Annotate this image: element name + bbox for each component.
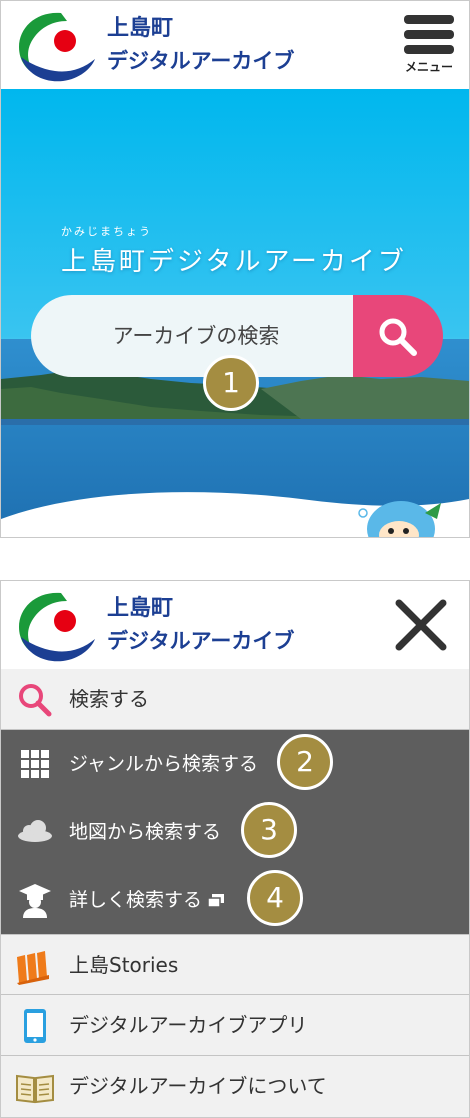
cloud-icon [18,820,52,842]
menu-open-screen: 上島町 デジタルアーカイブ 検索する ジャンルから検索する 2 地図から検索する… [0,580,470,1118]
search-icon [19,684,52,717]
menu-item-stories[interactable]: 上島Stories [1,934,469,995]
books-icon [17,951,49,985]
grid-icon [21,750,49,778]
close-icon [395,599,447,651]
site-title[interactable]: 上島町 デジタルアーカイブ [107,593,294,657]
menu-item-about[interactable]: デジタルアーカイブについて [1,1056,469,1117]
search-submit-button[interactable] [353,295,443,377]
callout-badge-3: 3 [241,802,297,858]
site-title-line2: デジタルアーカイブ [107,629,295,653]
menu-item-label: 上島Stories [69,953,179,977]
archive-search-input[interactable] [31,295,361,377]
hamburger-bar [404,30,454,39]
site-header: 上島町 デジタルアーカイブ [1,581,469,669]
site-header: 上島町 デジタルアーカイブ メニュー [1,1,469,89]
hero-section: かみじまちょう 上島町デジタルアーカイブ 1 [1,89,469,537]
site-title-line1: 上島町 [107,16,174,41]
menu-item-label: 検索する [69,687,149,711]
town-logo[interactable] [15,589,97,663]
hero-title: 上島町デジタルアーカイブ [61,247,407,277]
search-icon [379,318,417,356]
menu-item-app[interactable]: デジタルアーカイブアプリ [1,995,469,1056]
menu-item-label: デジタルアーカイブアプリ [69,1013,308,1037]
callout-badge-1: 1 [203,355,259,411]
graduate-icon [19,884,51,918]
menu-button[interactable]: メニュー [401,15,457,75]
menu-item-label: 詳しく検索する [69,866,225,934]
nav-menu: 検索する ジャンルから検索する 2 地図から検索する 3 詳しく検索する 4 上… [1,669,469,1117]
new-window-icon [208,894,225,907]
site-title-line1: 上島町 [107,596,174,621]
menu-item-label-text: 詳しく検索する [69,889,203,911]
hero-ruby: かみじまちょう [61,225,152,238]
menu-item-label: ジャンルから検索する [69,753,259,775]
menu-item-label: 地図から検索する [69,821,222,843]
hamburger-bar [404,45,454,54]
menu-item-map-search[interactable]: 地図から検索する 3 [1,798,469,866]
smartphone-icon [24,1009,46,1043]
close-menu-button[interactable] [393,593,449,657]
town-logo[interactable] [15,9,97,83]
menu-item-genre-search[interactable]: ジャンルから検索する 2 [1,730,469,798]
open-book-icon [16,1074,54,1104]
menu-item-search[interactable]: 検索する [1,669,469,730]
hamburger-icon [404,15,454,24]
menu-label: メニュー [404,60,453,74]
menu-item-label: デジタルアーカイブについて [69,1074,327,1098]
callout-badge-2: 2 [277,734,333,790]
site-title[interactable]: 上島町 デジタルアーカイブ [107,13,294,77]
top-screen: 上島町 デジタルアーカイブ メニュー かみじまちょう 上島町デジタルアーカイブ … [0,0,470,538]
menu-item-advanced-search[interactable]: 詳しく検索する 4 [1,866,469,934]
site-title-line2: デジタルアーカイブ [107,49,295,73]
callout-badge-4: 4 [247,870,303,926]
